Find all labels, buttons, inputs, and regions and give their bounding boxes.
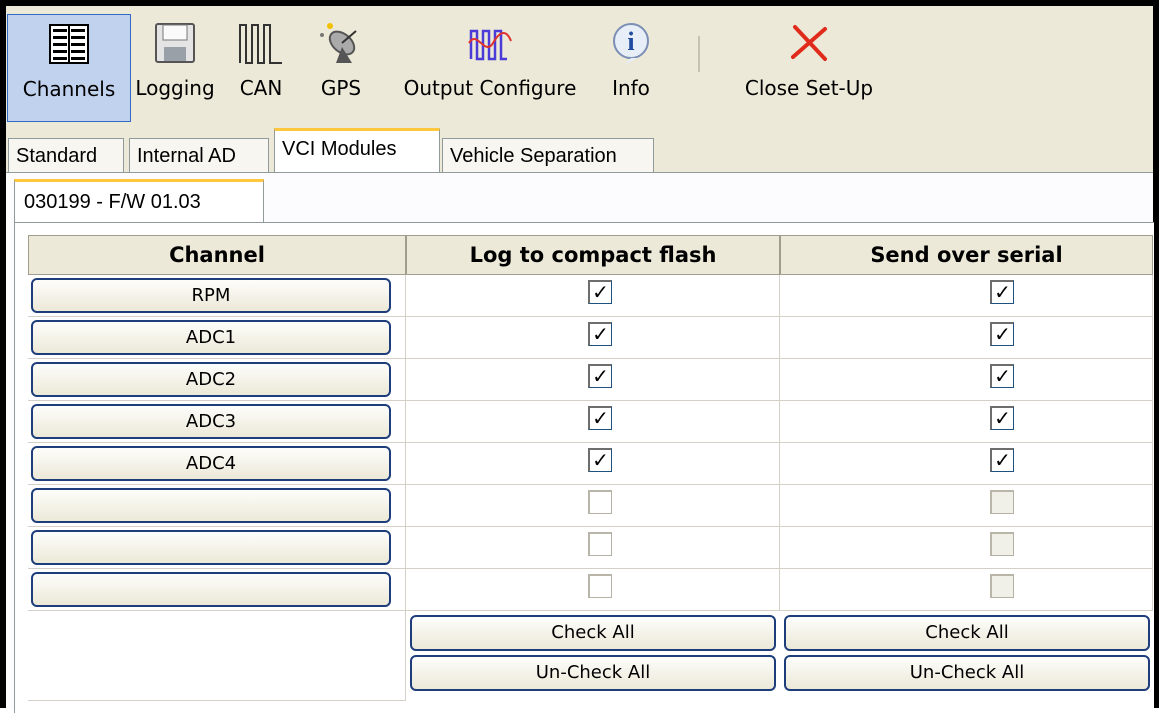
- grid-cell: ✓: [406, 275, 780, 317]
- log-checkbox[interactable]: ✓: [588, 280, 612, 304]
- close-setup-button[interactable]: Close Set-Up: [734, 14, 884, 122]
- close-icon: [786, 20, 832, 66]
- channel-button[interactable]: [31, 488, 391, 523]
- toolbar: Channels Logging CAN GPS Output Configur…: [6, 6, 1153, 125]
- grid-cell: ADC3: [28, 401, 406, 443]
- grid-cell: [780, 485, 1153, 527]
- output-configure-label: Output Configure: [403, 76, 577, 100]
- grid-cell: [780, 527, 1153, 569]
- column-header: Send over serial: [780, 235, 1153, 275]
- grid-cell: [406, 569, 780, 611]
- output-configure-button[interactable]: Output Configure: [390, 14, 590, 122]
- grid-cell: ADC1: [28, 317, 406, 359]
- channel-button[interactable]: RPM: [31, 278, 391, 313]
- column-header: Log to compact flash: [406, 235, 780, 275]
- channels-button[interactable]: Channels: [7, 14, 131, 122]
- tab-module-030199[interactable]: 030199 - F/W 01.03: [14, 179, 264, 223]
- log-check-all-button[interactable]: Check All: [410, 615, 776, 651]
- serial-checkbox[interactable]: ✓: [990, 280, 1014, 304]
- grid-cell: [780, 569, 1153, 611]
- serial-checkbox[interactable]: ✓: [990, 364, 1014, 388]
- serial-checkbox[interactable]: [990, 532, 1014, 556]
- channel-button[interactable]: [31, 530, 391, 565]
- grid-cell: ✓: [406, 443, 780, 485]
- grid-cell: ✓: [406, 317, 780, 359]
- satellite-dish-icon: [318, 20, 364, 66]
- tab-standard[interactable]: Standard: [8, 138, 124, 172]
- module-panel: Channel Log to compact flash Send over ser…: [14, 222, 1154, 713]
- output-signal-icon: [467, 20, 513, 66]
- channel-button[interactable]: ADC1: [31, 320, 391, 355]
- grid-cell: ✓: [780, 443, 1153, 485]
- channels-grid-icon: [46, 21, 92, 67]
- log-checkbox[interactable]: [588, 490, 612, 514]
- can-label: CAN: [239, 76, 283, 100]
- grid-cell: [28, 485, 406, 527]
- tab-vehicle-separation[interactable]: Vehicle Separation: [442, 138, 654, 172]
- log-checkbox[interactable]: ✓: [588, 364, 612, 388]
- gps-label: GPS: [320, 76, 362, 100]
- grid-cell: [28, 569, 406, 611]
- serial-check-all-button[interactable]: Check All: [784, 615, 1150, 651]
- svg-text:i: i: [627, 27, 634, 56]
- grid-cell: ✓: [406, 359, 780, 401]
- close-setup-label: Close Set-Up: [744, 76, 874, 100]
- gps-button[interactable]: GPS: [306, 14, 376, 122]
- grid-cell: ✓: [406, 401, 780, 443]
- tab-content: 030199 - F/W 01.03 Channel Log to compact…: [6, 172, 1154, 713]
- channel-button[interactable]: ADC3: [31, 404, 391, 439]
- grid-cell: ✓: [780, 359, 1153, 401]
- channels-label: Channels: [22, 77, 116, 101]
- grid-cell: ADC4: [28, 443, 406, 485]
- grid-cell: [28, 527, 406, 569]
- grid-cell: ✓: [780, 275, 1153, 317]
- info-button[interactable]: i Info: [596, 14, 666, 122]
- main-tabs: Standard Internal AD VCI Modules Vehicle…: [6, 124, 1153, 172]
- serial-checkbox[interactable]: ✓: [990, 406, 1014, 430]
- serial-checkbox[interactable]: [990, 574, 1014, 598]
- logging-label: Logging: [135, 76, 215, 100]
- channel-button[interactable]: ADC4: [31, 446, 391, 481]
- grid-cell: [406, 485, 780, 527]
- serial-checkbox[interactable]: [990, 490, 1014, 514]
- serial-checkbox[interactable]: ✓: [990, 448, 1014, 472]
- serial-uncheck-all-button[interactable]: Un-Check All: [784, 655, 1150, 691]
- tab-vci-modules[interactable]: VCI Modules: [274, 128, 440, 172]
- log-checkbox[interactable]: [588, 574, 612, 598]
- log-checkbox[interactable]: ✓: [588, 406, 612, 430]
- grid-empty-cell: [28, 611, 406, 701]
- column-header: Channel: [28, 235, 406, 275]
- log-checkbox[interactable]: ✓: [588, 322, 612, 346]
- log-checkbox[interactable]: ✓: [588, 448, 612, 472]
- floppy-disk-icon: [152, 20, 198, 66]
- can-signal-icon: [238, 20, 284, 66]
- serial-checkbox[interactable]: ✓: [990, 322, 1014, 346]
- grid-cell: ✓: [780, 317, 1153, 359]
- info-icon: i: [608, 20, 654, 66]
- can-button[interactable]: CAN: [226, 14, 296, 122]
- log-checkbox[interactable]: [588, 532, 612, 556]
- grid-cell: [406, 527, 780, 569]
- tab-internal-ad[interactable]: Internal AD: [129, 138, 269, 172]
- logging-button[interactable]: Logging: [135, 14, 215, 122]
- channel-button[interactable]: [31, 572, 391, 607]
- grid-cell: ADC2: [28, 359, 406, 401]
- grid-cell: RPM: [28, 275, 406, 317]
- toolbar-separator: [698, 36, 700, 72]
- info-label: Info: [612, 76, 650, 100]
- grid-cell: ✓: [780, 401, 1153, 443]
- log-uncheck-all-button[interactable]: Un-Check All: [410, 655, 776, 691]
- channel-button[interactable]: ADC2: [31, 362, 391, 397]
